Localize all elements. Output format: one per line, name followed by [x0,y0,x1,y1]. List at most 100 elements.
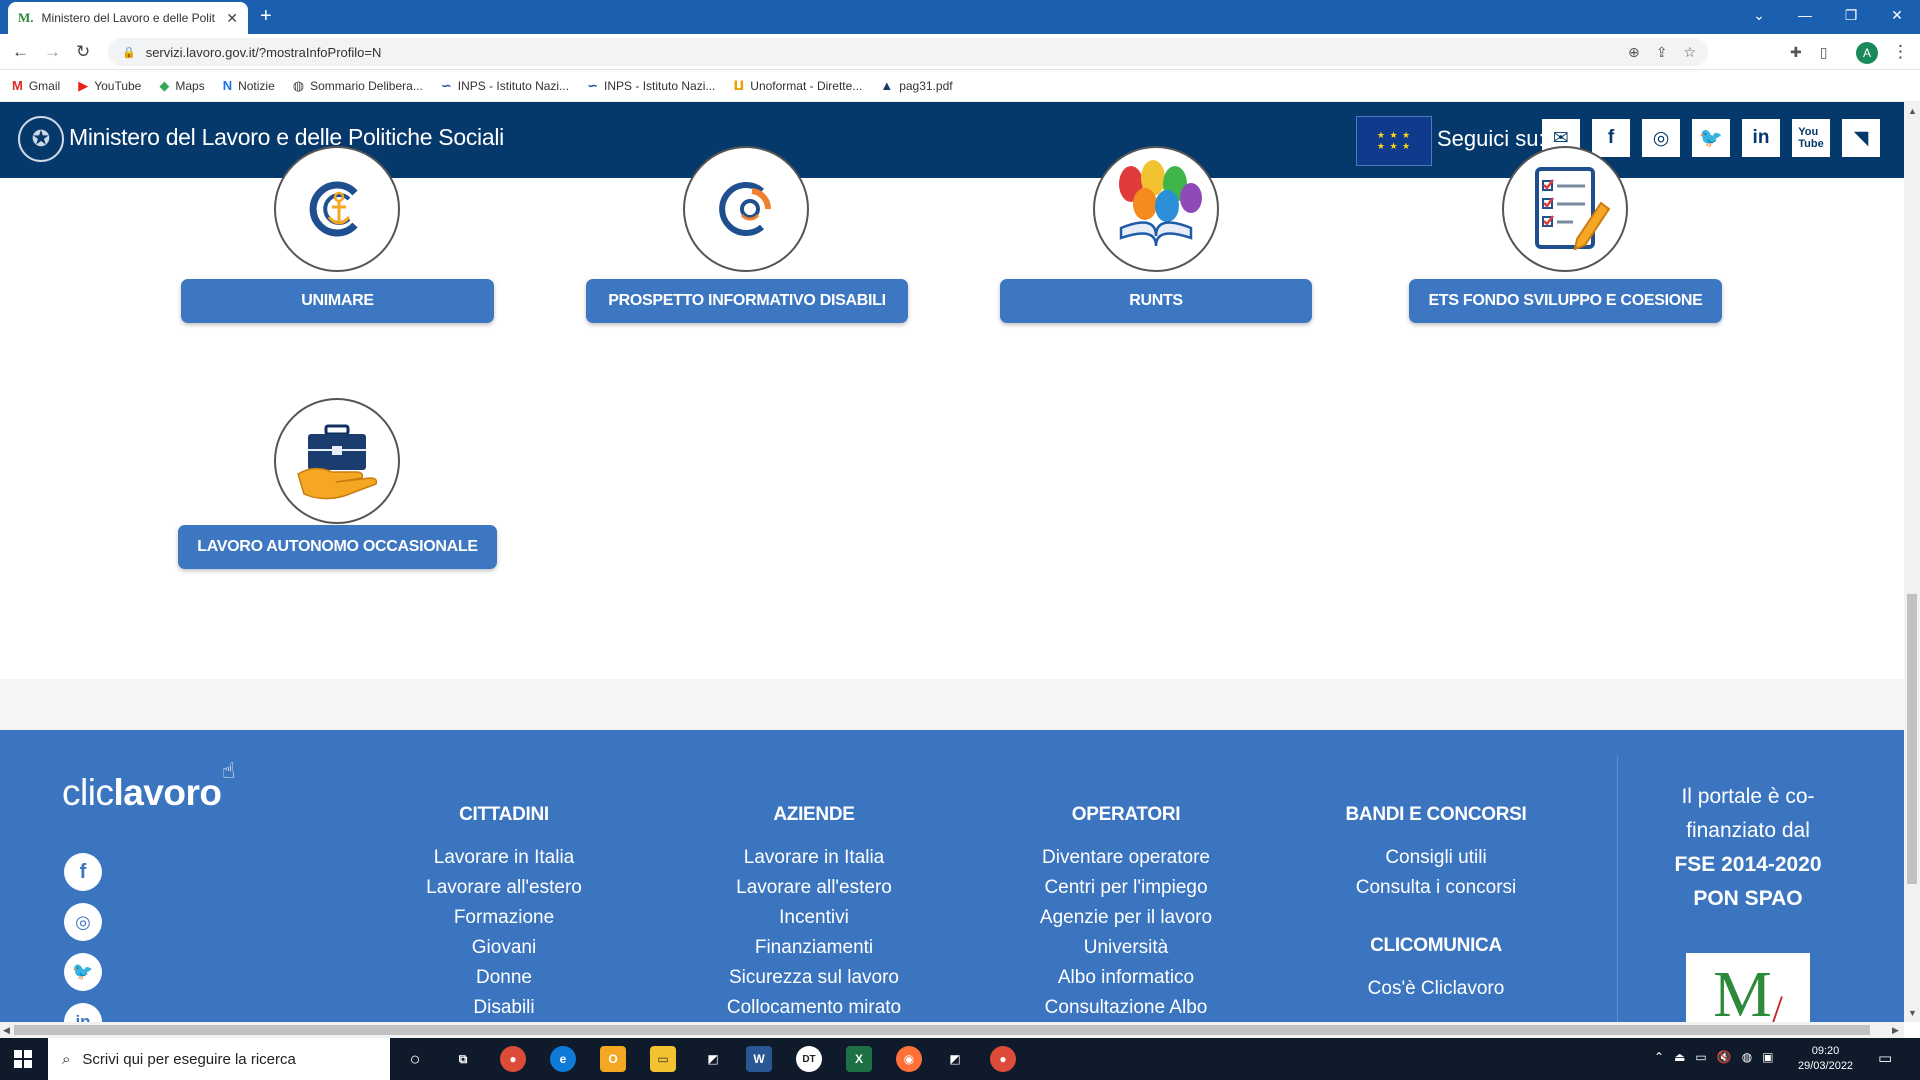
footer-link[interactable]: Consulta i concorsi [1306,873,1566,903]
facebook-icon[interactable]: f [1592,119,1630,157]
bookmark-inps-1[interactable]: ∽ INPS - Istituto Nazi... [441,78,569,94]
service-button-prospetto-informativo-disabili[interactable]: PROSPETTO INFORMATIVO DISABILI [586,279,908,323]
unimare-circle[interactable] [274,146,400,272]
linkedin-icon[interactable]: in [1742,119,1780,157]
taskbar-clock[interactable]: 09:20 29/03/2022 [1798,1044,1853,1074]
footer-link[interactable]: Lavorare all'estero [684,873,944,903]
tray-app-2-icon[interactable]: ▣ [1762,1050,1773,1064]
service-button-runts[interactable]: RUNTS [1000,279,1312,323]
close-window-button[interactable]: ✕ [1874,0,1920,30]
footer-link[interactable]: Università [996,933,1256,963]
footer-link[interactable]: Albo informatico [996,963,1256,993]
footer-link[interactable]: Lavorare all'estero [374,873,634,903]
vertical-scrollbar[interactable]: ▲ ▼ [1904,102,1920,1022]
footer-link[interactable]: Sicurezza sul lavoro [684,963,944,993]
footer-instagram-icon[interactable]: ◎ [64,903,102,941]
prospetto-circle[interactable] [683,146,809,272]
twitter-icon[interactable]: 🐦 [1692,119,1730,157]
chrome-app-icon[interactable]: ● [500,1046,526,1072]
bookmark-star-icon[interactable]: ☆ [1683,44,1696,61]
footer-link[interactable]: Donne [374,963,634,993]
excel-app-icon[interactable]: X [846,1046,872,1072]
windows-start-icon[interactable] [14,1050,32,1068]
side-panel-icon[interactable]: ▯ [1820,44,1828,61]
bookmark-sommario[interactable]: ◍ Sommario Delibera... [293,78,423,94]
footer-link[interactable]: Collocamento mirato [684,993,944,1022]
chrome-active-app-icon[interactable]: ● [990,1046,1016,1072]
service-button-ets-fondo-sviluppo-e-coesione[interactable]: ETS FONDO SVILUPPO E COESIONE [1409,279,1722,323]
horizontal-scrollbar[interactable]: ◀ ▶ [0,1022,1904,1038]
bookmark-pag31[interactable]: ▲ pag31.pdf [880,78,952,93]
horizontal-scrollbar-thumb[interactable] [14,1025,1870,1035]
footer-link[interactable]: Diventare operatore [996,843,1256,873]
scroll-left-icon[interactable]: ◀ [3,1025,10,1036]
footer-link[interactable]: Disabili [374,993,634,1022]
edge-app-icon[interactable]: e [550,1046,576,1072]
file-explorer-icon[interactable]: ▭ [650,1046,676,1072]
service-button-lavoro-autonomo-occasionale[interactable]: LAVORO AUTONOMO OCCASIONALE [178,525,497,569]
close-tab-icon[interactable]: ✕ [226,10,238,27]
zoom-icon[interactable]: ⊕ [1628,44,1640,61]
dt-app-icon[interactable]: DT [796,1046,822,1072]
footer-link[interactable]: Lavorare in Italia [374,843,634,873]
word-app-icon[interactable]: W [746,1046,772,1072]
profile-avatar[interactable]: A [1856,42,1878,64]
bookmark-youtube[interactable]: ▶ YouTube [78,78,141,94]
notifications-icon[interactable]: ▭ [1878,1049,1892,1067]
cortana-icon[interactable]: ○ [402,1046,428,1072]
back-icon[interactable]: ← [12,42,29,62]
restore-button[interactable]: ❐ [1828,0,1874,30]
share-icon[interactable]: ⇪ [1656,44,1668,61]
scroll-down-icon[interactable]: ▼ [1908,1008,1917,1018]
reload-icon[interactable]: ↻ [76,42,90,62]
usb-icon[interactable]: ⏏ [1674,1050,1685,1064]
eu-flag-icon[interactable]: ★ ★ ★ ★ ★ ★ [1356,116,1432,166]
menu-icon[interactable]: ⋮ [1892,42,1909,62]
show-hidden-icons-icon[interactable]: ⌃ [1654,1050,1664,1064]
footer-link[interactable]: Lavorare in Italia [684,843,944,873]
instagram-icon[interactable]: ◎ [1642,119,1680,157]
rss-icon[interactable]: ◥ [1842,119,1880,157]
footer-twitter-icon[interactable]: 🐦 [64,953,102,991]
footer-link[interactable]: Centri per l'impiego [996,873,1256,903]
footer-link[interactable]: Agenzie per il lavoro [996,903,1256,933]
ministry-logo-icon[interactable]: M / [1686,953,1810,1022]
runts-circle[interactable] [1093,146,1219,272]
task-view-icon[interactable]: ⧉ [450,1046,476,1072]
app-window-2-icon[interactable]: ◩ [942,1046,968,1072]
outlook-app-icon[interactable]: O [600,1046,626,1072]
network-icon[interactable]: ▭ [1695,1050,1706,1064]
minimize-button[interactable]: — [1782,0,1828,30]
footer-link[interactable]: Formazione [374,903,634,933]
ets-circle[interactable] [1502,146,1628,272]
footer-link[interactable]: Consigli utili [1306,843,1566,873]
new-tab-button[interactable]: + [260,6,272,26]
cliclavoro-logo[interactable]: cliclavoro ☝ [62,758,235,814]
bookmark-notizie[interactable]: N Notizie [223,78,275,93]
vertical-scrollbar-thumb[interactable] [1907,594,1917,884]
forward-icon[interactable]: → [44,42,61,62]
footer-link[interactable]: Incentivi [684,903,944,933]
scroll-right-icon[interactable]: ▶ [1892,1025,1899,1036]
address-bar[interactable]: 🔒 servizi.lavoro.gov.it/?mostraInfoProfi… [108,38,1708,66]
footer-link[interactable]: Cos'è Cliclavoro [1306,974,1566,1004]
bookmark-gmail[interactable]: M Gmail [12,78,60,93]
app-window-icon[interactable]: ◩ [700,1046,726,1072]
footer-linkedin-icon[interactable]: in [64,1003,102,1022]
site-title[interactable]: Ministero del Lavoro e delle Politiche S… [69,124,504,151]
firefox-app-icon[interactable]: ◉ [896,1046,922,1072]
tab-search-icon[interactable]: ⌄ [1736,0,1782,30]
footer-link[interactable]: Giovani [374,933,634,963]
bookmark-inps-2[interactable]: ∽ INPS - Istituto Nazi... [587,78,715,94]
scroll-up-icon[interactable]: ▲ [1908,106,1917,116]
lavoro-autonomo-circle[interactable] [274,398,400,524]
taskbar-search-box[interactable]: ⌕ Scrivi qui per eseguire la ricerca [48,1038,390,1080]
republic-emblem-icon[interactable]: ✪ [18,116,64,162]
volume-muted-icon[interactable]: 🔇 [1717,1050,1732,1064]
browser-tab[interactable]: M. Ministero del Lavoro e delle Polit ✕ [8,2,248,34]
youtube-icon[interactable]: You Tube [1792,119,1830,157]
bookmark-maps[interactable]: ◆ Maps [159,78,204,94]
bookmark-unoformat[interactable]: ⵡ Unoformat - Dirette... [733,78,862,94]
service-button-unimare[interactable]: UNIMARE [181,279,494,323]
extensions-icon[interactable]: ✚ [1790,44,1802,61]
